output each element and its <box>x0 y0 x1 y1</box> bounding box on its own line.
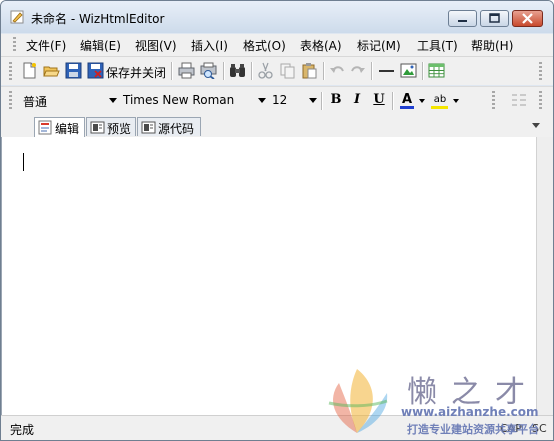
paste-icon[interactable] <box>301 62 318 79</box>
chevron-down-icon[interactable] <box>453 99 459 103</box>
new-document-icon[interactable] <box>21 62 38 79</box>
chevron-down-icon <box>258 98 266 103</box>
minimize-icon <box>458 20 467 22</box>
font-size-select[interactable]: 12 <box>270 91 319 110</box>
highlight-letters: ab <box>433 94 447 105</box>
format-toolbar-end-grip[interactable] <box>492 91 495 109</box>
highlight-button[interactable]: ab <box>430 92 450 109</box>
menu-view[interactable]: 视图(V) <box>135 37 177 54</box>
save-close-label[interactable]: 保存并关闭 <box>106 64 166 81</box>
tab-label: 编辑 <box>55 122 80 136</box>
toolbar-end-grip[interactable] <box>539 62 542 80</box>
insert-table-icon[interactable] <box>428 62 445 79</box>
preview-icon <box>90 121 105 134</box>
copy-icon[interactable] <box>279 62 296 79</box>
find-binoculars-icon[interactable] <box>229 62 246 79</box>
underline-button[interactable]: U <box>371 92 387 108</box>
tab-preview[interactable]: 预览 <box>86 117 136 136</box>
title-bar: 未命名 - WizHtmlEditor <box>1 1 553 33</box>
insert-image-icon[interactable] <box>400 62 417 79</box>
save-close-icon[interactable] <box>87 62 104 79</box>
toolbar-separator <box>371 62 373 80</box>
horizontal-rule-icon[interactable] <box>378 62 395 79</box>
tab-edit[interactable]: 编辑 <box>34 117 85 137</box>
watermark-logo-icon <box>328 369 388 433</box>
toolbar-grip[interactable] <box>9 62 12 80</box>
view-tabs: 编辑 预览 源代码 <box>1 113 553 138</box>
menu-edit[interactable]: 编辑(E) <box>80 37 121 54</box>
app-window: 未命名 - WizHtmlEditor 文件(F) 编辑(E) 视图(V) 插入… <box>0 0 554 441</box>
toolbar-separator <box>422 62 424 80</box>
menu-help[interactable]: 帮助(H) <box>471 37 513 54</box>
font-color-letter: A <box>401 92 413 107</box>
redo-icon[interactable] <box>349 62 366 79</box>
font-name-select[interactable]: Times New Roman <box>121 91 268 110</box>
save-icon[interactable] <box>65 62 82 79</box>
toolbar-separator <box>171 62 173 80</box>
paragraph-style-value: 普通 <box>23 95 48 109</box>
font-size-value: 12 <box>272 93 288 107</box>
italic-button[interactable]: I <box>349 92 365 108</box>
paragraph-style-select[interactable]: 普通 <box>21 91 119 110</box>
font-name-value: Times New Roman <box>123 93 235 107</box>
format-toolbar: 普通 Times New Roman 12 B I U A ab <box>1 86 553 113</box>
close-button[interactable] <box>512 10 543 27</box>
maximize-button[interactable] <box>480 10 509 27</box>
bold-button[interactable]: B <box>328 92 344 108</box>
toolbar-separator <box>223 62 225 80</box>
maximize-icon <box>489 13 500 23</box>
watermark-url: www.aizhanzhe.com <box>401 405 539 419</box>
toolbar-separator <box>323 62 325 80</box>
cut-icon[interactable] <box>257 62 274 79</box>
font-color-button[interactable]: A <box>399 92 415 109</box>
source-code-icon <box>141 121 156 134</box>
tab-source[interactable]: 源代码 <box>137 117 201 136</box>
font-color-swatch <box>400 106 414 109</box>
menu-insert[interactable]: 插入(I) <box>191 37 228 54</box>
menu-markup[interactable]: 标记(M) <box>357 37 401 54</box>
site-watermark: 懒之才 www.aizhanzhe.com 打造专业建站资源共享平台 <box>317 363 553 440</box>
print-icon[interactable] <box>178 62 195 79</box>
close-icon <box>522 13 533 24</box>
toolbar-separator <box>321 92 323 110</box>
menu-tools[interactable]: 工具(T) <box>417 37 458 54</box>
undo-icon[interactable] <box>329 62 346 79</box>
menu-format[interactable]: 格式(O) <box>243 37 286 54</box>
menu-bar: 文件(F) 编辑(E) 视图(V) 插入(I) 格式(O) 表格(A) 标记(M… <box>1 34 553 57</box>
tab-label: 源代码 <box>158 122 195 136</box>
format-toolbar-grip[interactable] <box>9 91 12 109</box>
toolbar-end-grip[interactable] <box>539 91 542 109</box>
window-title: 未命名 - WizHtmlEditor <box>31 12 165 26</box>
open-folder-icon[interactable] <box>43 62 60 79</box>
chevron-down-icon <box>309 98 317 103</box>
menu-file[interactable]: 文件(F) <box>26 37 66 54</box>
print-preview-icon[interactable] <box>200 62 217 79</box>
status-text: 完成 <box>10 423 35 437</box>
toolbar-separator <box>251 62 253 80</box>
toolbar-separator <box>392 92 394 110</box>
pencil-icon <box>10 10 24 24</box>
minimize-button[interactable] <box>448 10 477 27</box>
chevron-down-icon <box>109 98 117 103</box>
list-indent-icon[interactable] <box>510 92 528 108</box>
text-caret <box>23 153 24 171</box>
menu-table[interactable]: 表格(A) <box>300 37 342 54</box>
watermark-slogan: 打造专业建站资源共享平台 <box>407 423 539 436</box>
chevron-down-icon[interactable] <box>419 99 425 103</box>
tab-label: 预览 <box>107 122 132 136</box>
highlight-swatch <box>431 106 448 109</box>
tab-list-chevron-icon[interactable] <box>532 123 540 128</box>
menu-grip[interactable] <box>13 37 16 53</box>
edit-doc-icon <box>38 120 52 135</box>
standard-toolbar: 保存并关闭 <box>1 57 553 85</box>
